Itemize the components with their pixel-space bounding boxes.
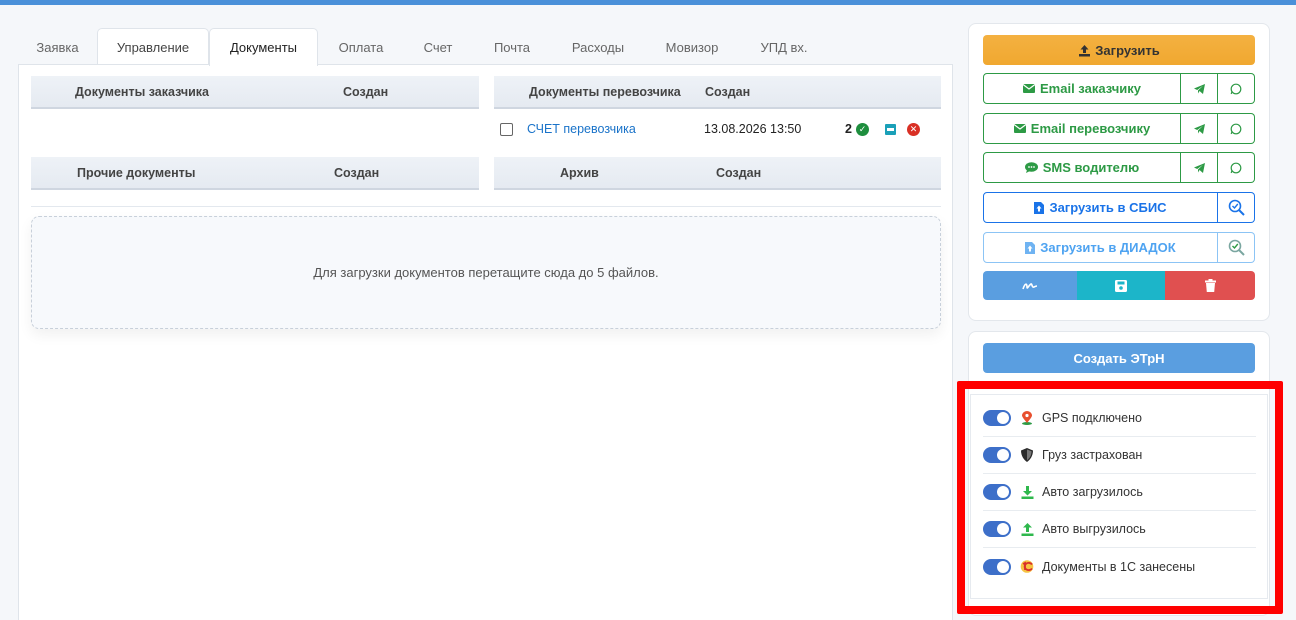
- create-etrn-button[interactable]: Создать ЭТрН: [983, 343, 1255, 373]
- sms-driver-group: SMS водителю: [983, 152, 1255, 183]
- file-upload-icon: [1025, 241, 1036, 254]
- tab-movizor[interactable]: Мовизор: [644, 28, 740, 65]
- file-upload-icon: [1034, 201, 1045, 214]
- save-icon[interactable]: [885, 124, 896, 135]
- tab-mail[interactable]: Почта: [472, 28, 552, 65]
- tab-management[interactable]: Управление: [97, 28, 209, 65]
- telegram-icon: [1193, 123, 1205, 134]
- signature-icon: [1022, 282, 1038, 289]
- tab-documents[interactable]: Документы: [209, 28, 318, 66]
- sbis-search-button[interactable]: [1218, 192, 1255, 223]
- sign-button[interactable]: [983, 271, 1077, 300]
- documents-panel: Документы заказчика Создан Документы пер…: [18, 64, 953, 620]
- tab-bar: Заявка Управление Документы Оплата Счет …: [18, 28, 828, 66]
- signature-count: 2: [845, 122, 852, 136]
- upload-label: Загрузить: [1095, 42, 1160, 58]
- column-header: Прочие документы: [77, 165, 196, 180]
- carrier-docs-table: Документы перевозчика Создан СЧЕТ перево…: [494, 76, 941, 149]
- sbis-group: Загрузить в СБИС: [983, 192, 1255, 223]
- file-dropzone[interactable]: Для загрузки документов перетащите сюда …: [31, 216, 941, 329]
- email-customer-label: Email заказчику: [1040, 81, 1141, 96]
- column-header: Архив: [560, 165, 599, 180]
- divider: [31, 206, 941, 207]
- top-accent-bar: [0, 0, 1296, 5]
- upload-diadoc-label: Загрузить в ДИАДОК: [1040, 240, 1176, 255]
- check-circle-icon: ✓: [856, 123, 869, 136]
- table-row: СЧЕТ перевозчика 13.08.2026 13:50 2 ✓ ✕: [494, 109, 941, 149]
- whatsapp-icon: [1230, 83, 1242, 94]
- upload-diadoc-button[interactable]: Загрузить в ДИАДОК: [983, 232, 1218, 263]
- trash-icon: [1204, 279, 1216, 292]
- column-header: Создан: [343, 84, 389, 99]
- diadoc-group: Загрузить в ДИАДОК: [983, 232, 1255, 263]
- diadoc-search-button[interactable]: [1218, 232, 1255, 263]
- upload-sbis-label: Загрузить в СБИС: [1049, 200, 1167, 215]
- sms-driver-button[interactable]: SMS водителю: [983, 152, 1181, 183]
- row-checkbox[interactable]: [500, 123, 513, 136]
- save-icon: [1115, 279, 1127, 292]
- column-header: Создан: [334, 165, 380, 180]
- other-docs-table: Прочие документы Создан: [31, 157, 479, 190]
- whatsapp-carrier-button[interactable]: [1218, 113, 1255, 144]
- whatsapp-customer-button[interactable]: [1218, 73, 1255, 104]
- document-link[interactable]: СЧЕТ перевозчика: [527, 122, 636, 136]
- upload-icon: [1079, 44, 1091, 56]
- upload-button[interactable]: Загрузить: [983, 35, 1255, 65]
- whatsapp-icon: [1230, 123, 1242, 134]
- chat-bubble-icon: [1024, 162, 1038, 173]
- upload-sbis-button[interactable]: Загрузить в СБИС: [983, 192, 1218, 223]
- created-date: 13.08.2026 13:50: [704, 122, 802, 136]
- whatsapp-icon: [1230, 162, 1242, 173]
- archive-table: Архив Создан: [494, 157, 941, 190]
- column-header: Создан: [705, 84, 751, 99]
- email-carrier-group: Email перевозчику: [983, 113, 1255, 144]
- email-customer-button[interactable]: Email заказчику: [983, 73, 1181, 104]
- save-button[interactable]: [1077, 271, 1165, 300]
- delete-button[interactable]: [1165, 271, 1255, 300]
- email-carrier-button[interactable]: Email перевозчику: [983, 113, 1181, 144]
- tab-invoice[interactable]: Счет: [404, 28, 472, 65]
- tab-payment[interactable]: Оплата: [318, 28, 404, 65]
- telegram-customer-button[interactable]: [1181, 73, 1218, 104]
- telegram-carrier-button[interactable]: [1181, 113, 1218, 144]
- customer-docs-table: Документы заказчика Создан: [31, 76, 479, 109]
- dropzone-text: Для загрузки документов перетащите сюда …: [313, 265, 659, 280]
- whatsapp-driver-button[interactable]: [1218, 152, 1255, 183]
- telegram-icon: [1193, 162, 1205, 173]
- tab-upd-incoming[interactable]: УПД вх.: [740, 28, 828, 65]
- column-header: Документы заказчика: [75, 84, 210, 99]
- envelope-icon: [1023, 84, 1036, 93]
- tab-request[interactable]: Заявка: [18, 28, 97, 65]
- telegram-icon: [1193, 83, 1205, 94]
- column-header: Создан: [716, 165, 762, 180]
- telegram-driver-button[interactable]: [1181, 152, 1218, 183]
- sms-driver-label: SMS водителю: [1042, 160, 1140, 175]
- column-header: Документы перевозчика: [529, 84, 681, 99]
- email-customer-group: Email заказчику: [983, 73, 1255, 104]
- envelope-icon: [1013, 124, 1026, 133]
- search-check-icon: [1228, 199, 1245, 216]
- highlight-box: [957, 381, 1283, 614]
- search-check-icon: [1228, 239, 1245, 256]
- tab-expenses[interactable]: Расходы: [552, 28, 644, 65]
- delete-circle-icon[interactable]: ✕: [907, 123, 920, 136]
- email-carrier-label: Email перевозчику: [1030, 121, 1151, 136]
